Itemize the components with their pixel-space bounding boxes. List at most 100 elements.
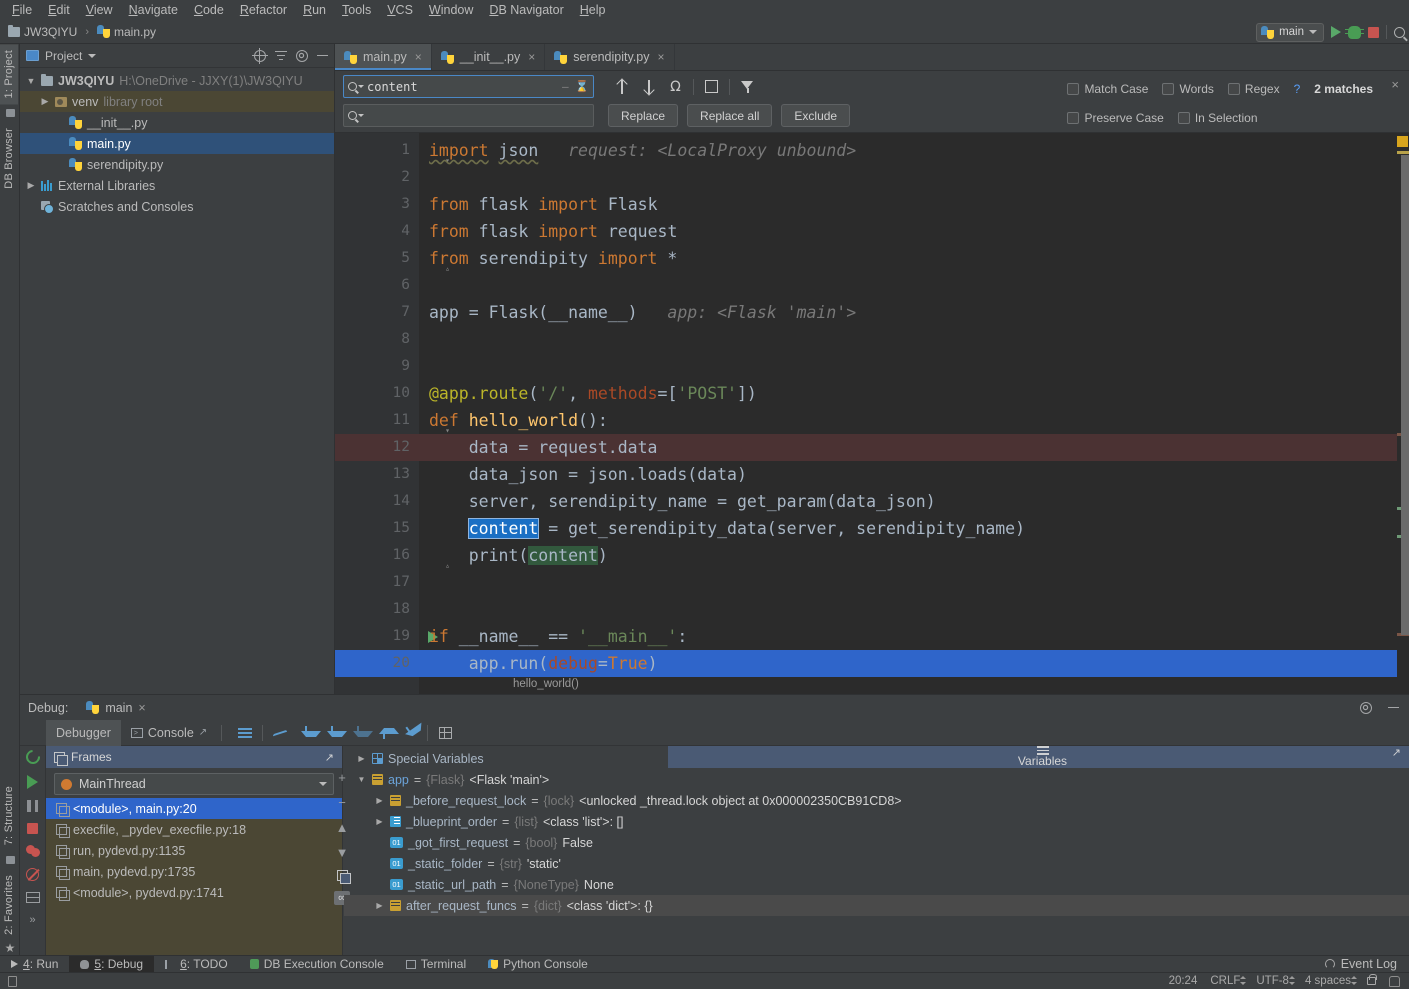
tree-node-serendipity-py[interactable]: serendipity.py [20,154,334,175]
step-over-icon[interactable] [267,720,293,746]
select-all-occurrences-icon[interactable]: Ω [662,75,689,98]
gutter-line-17[interactable]: 17 [335,569,419,596]
tool-window-5--debug[interactable]: 5: Debug [69,955,155,973]
debug-session-tab[interactable]: main × [78,701,153,715]
step-into-icon[interactable] [293,720,322,746]
memory-indicator-icon[interactable] [8,975,17,987]
menu-item-vcs[interactable]: VCS [379,0,421,20]
run-triangle-icon[interactable] [1331,26,1341,38]
code-line-7[interactable]: app = Flask(__name__) app: <Flask 'main'… [419,299,1397,326]
tool-window-terminal[interactable]: Terminal [395,956,477,973]
preserve-case-checkbox[interactable]: Preserve Case [1067,111,1164,125]
expand-arrow-icon[interactable]: ▼ [356,775,367,784]
breadcrumb-project[interactable]: JW3QIYU [24,25,77,39]
code-line-20[interactable]: app.run(debug=True) [419,650,1397,677]
code-line-1[interactable]: import json request: <LocalProxy unbound… [419,137,1397,164]
chevron-down-icon[interactable] [88,53,97,58]
gutter-line-19[interactable]: 19 [335,623,438,650]
match-case-checkbox[interactable]: Match Case [1067,82,1148,96]
gutter-line-15[interactable]: 15 [335,515,419,542]
code-line-17[interactable] [419,569,1397,596]
menu-item-tools[interactable]: Tools [334,0,379,20]
gutter-line-20[interactable]: 20 [335,650,438,677]
mute-breakpoints-icon[interactable] [232,720,258,746]
gutter-line-8[interactable]: 8 [335,326,419,353]
frames-settings-icon[interactable]: ↗ [325,751,334,764]
code-line-11[interactable]: def hello_world(): [419,407,1397,434]
line-separator[interactable]: CRLF [1210,975,1247,987]
code-line-13[interactable]: data_json = json.loads(data) [419,461,1397,488]
background-tasks-icon[interactable] [1389,975,1400,987]
warning-marker[interactable] [1397,151,1409,154]
pause-program-icon[interactable] [27,800,38,812]
code-lines[interactable]: import json request: <LocalProxy unbound… [419,133,1397,694]
tree-toggle-arrow[interactable]: ▶ [40,96,50,107]
caret-position[interactable]: 20:24 [1169,975,1198,987]
code-line-16[interactable]: print(content) [419,542,1397,569]
gutter-line-14[interactable]: 14 [335,488,419,515]
gutter-line-1[interactable]: 1 ▾ [335,137,450,165]
tool-window-python-console[interactable]: Python Console [477,956,599,973]
tree-node-venv[interactable]: ▶ venv library root [20,91,334,112]
frame-row[interactable]: run, pydevd.py:1135 [46,840,342,861]
replace-button[interactable]: Replace [608,104,679,127]
menu-item-help[interactable]: Help [572,0,614,20]
editor-tab-serendipity-py[interactable]: serendipity.py × [545,44,675,70]
evaluate-expression-icon[interactable] [432,720,458,746]
close-tab-icon[interactable]: × [415,50,422,64]
in-selection-checkbox[interactable]: In Selection [1177,111,1258,125]
menu-item-db-navigator[interactable]: DB Navigator [481,0,571,20]
sidebar-tab-db-browser[interactable]: DB Browser [0,122,18,195]
gutter-line-11[interactable]: 11 ▾ [335,407,450,435]
gutter-line-6[interactable]: 6 [335,272,419,299]
gutter-line-4[interactable]: 4 [335,218,419,245]
variable-row[interactable]: 01 _got_first_request = {bool} False [344,832,1409,853]
hide-panel-icon[interactable] [1388,706,1399,709]
tree-toggle-arrow[interactable]: ▼ [26,76,36,86]
tree-toggle-arrow[interactable]: ▶ [26,180,36,191]
code-line-2[interactable] [419,164,1397,191]
locate-icon[interactable] [252,47,268,64]
menu-item-refactor[interactable]: Refactor [232,0,295,20]
variable-row[interactable]: ▶ _before_request_lock = {lock} <unlocked… [344,790,1409,811]
run-to-cursor-icon[interactable] [397,720,423,746]
tab-debugger[interactable]: Debugger [46,719,121,746]
stop-icon[interactable] [27,823,38,834]
code-line-18[interactable] [419,596,1397,623]
code-line-6[interactable] [419,272,1397,299]
variables-settings-icon[interactable]: ↗ [1392,746,1401,759]
gutter-line-13[interactable]: 13 [335,461,419,488]
project-panel-title[interactable]: Project [45,49,82,63]
close-session-icon[interactable]: × [138,701,145,715]
menu-item-view[interactable]: View [78,0,121,20]
search-history-icon[interactable]: ‒ ⌛ [562,80,589,93]
expand-arrow-icon[interactable]: ▶ [374,817,385,826]
debug-bug-icon[interactable] [1345,25,1364,39]
more-icon[interactable]: » [29,914,35,926]
frame-row[interactable]: execfile, _pydev_execfile.py:18 [46,819,342,840]
run-configuration-selector[interactable]: main [1256,22,1324,42]
hide-icon[interactable] [317,54,328,57]
tab-console[interactable]: Console ↗ [121,720,217,746]
resume-program-icon[interactable] [27,775,38,789]
filter-icon[interactable] [734,75,761,98]
expand-arrow-icon[interactable]: ▶ [374,901,385,910]
layout-settings-icon[interactable] [25,892,40,903]
code-line-14[interactable]: server, serendipity_name = get_param(dat… [419,488,1397,515]
code-line-15[interactable]: content = get_serendipity_data(server, s… [419,515,1397,542]
code-line-4[interactable]: from flask import request [419,218,1397,245]
find-previous-icon[interactable] [608,75,635,98]
close-tab-icon[interactable]: × [528,50,535,64]
words-checkbox[interactable]: Words [1162,82,1214,96]
gutter-line-2[interactable]: 2 [335,164,419,191]
find-next-icon[interactable] [635,75,662,98]
editor-tab-main-py[interactable]: main.py × [335,44,432,70]
code-line-8[interactable] [419,326,1397,353]
regex-checkbox[interactable]: Regex [1227,82,1280,96]
expand-arrow-icon[interactable]: ▶ [374,796,385,805]
force-step-into-icon[interactable] [319,720,348,746]
variable-row[interactable]: ▼ app = {Flask} <Flask 'main'> [344,769,1409,790]
gutter-line-18[interactable]: 18 [335,596,419,623]
code-line-9[interactable] [419,353,1397,380]
frame-row[interactable]: <module>, main.py:20 [46,798,342,819]
